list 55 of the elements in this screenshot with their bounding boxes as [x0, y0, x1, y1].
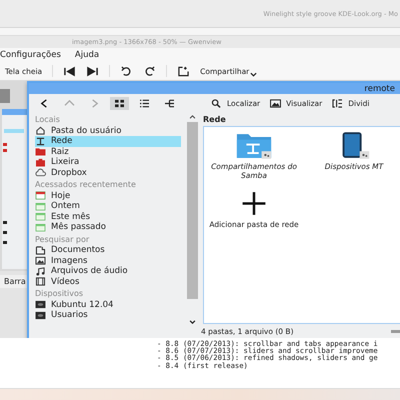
calendar-today-icon: [35, 191, 46, 200]
scroll-up-icon[interactable]: [188, 115, 196, 119]
disk-icon: [35, 300, 46, 310]
image-icon: [270, 99, 282, 108]
caret-icon: [250, 72, 258, 76]
scroll-down-icon[interactable]: [188, 320, 196, 324]
tree-icon: [164, 99, 175, 108]
icons-view-button[interactable]: [110, 97, 129, 110]
sidebar-item[interactable]: Documentos: [35, 245, 185, 256]
trash-icon: [35, 158, 46, 167]
calendar-icon: [35, 222, 46, 232]
home-icon: [35, 126, 46, 136]
menu-item[interactable]: Configurações: [0, 50, 61, 60]
menu-item[interactable]: Ajuda: [74, 50, 100, 60]
scrollbar[interactable]: [185, 113, 199, 324]
disk-icon: [35, 310, 46, 320]
sidebar-item[interactable]: Kubuntu 12.04: [35, 300, 185, 310]
share-icon[interactable]: [177, 66, 190, 76]
section-heading: Dispositivos: [35, 288, 84, 300]
panel-tab[interactable]: Barra: [0, 275, 27, 288]
sidebar-item[interactable]: Raiz: [35, 146, 185, 157]
split-view-icon: [332, 99, 344, 108]
music-icon: [35, 266, 46, 276]
sidebar-item[interactable]: Lixeira: [35, 157, 185, 168]
sidebar-item[interactable]: Pasta do usuário: [35, 126, 185, 136]
document-icon: [35, 246, 46, 255]
window-title: remote: [364, 84, 395, 94]
section-heading: Acessados recentemente: [35, 179, 137, 190]
film-icon: [35, 277, 46, 286]
sidebar-item[interactable]: Dropbox: [35, 168, 185, 178]
section-heading: Pesquisar por: [35, 234, 90, 245]
next-icon[interactable]: [86, 66, 100, 76]
sidebar-item[interactable]: Ontem: [35, 201, 185, 212]
rotate-left-icon[interactable]: [120, 66, 134, 76]
sidebar-item[interactable]: Usuarios: [35, 310, 185, 320]
list-icon: [139, 99, 150, 108]
sidebar-item[interactable]: Imagens: [35, 256, 185, 266]
grid-icon: [114, 99, 125, 108]
image-icon: [35, 256, 46, 266]
sidebar-item[interactable]: Arquivos de áudio: [35, 266, 185, 276]
rotate-right-icon[interactable]: [143, 66, 156, 76]
sidebar-item[interactable]: Vídeos: [35, 276, 185, 287]
section-heading: Locais: [35, 114, 61, 126]
network-folder-icon[interactable]: [235, 131, 273, 160]
calendar-icon: [35, 212, 46, 222]
search-icon: [211, 99, 222, 108]
previous-icon[interactable]: [63, 66, 76, 76]
sidebar-item[interactable]: Mês passado: [35, 222, 185, 232]
network-icon: [35, 136, 46, 146]
cloud-icon: [35, 168, 46, 178]
sidebar-item[interactable]: Rede: [35, 136, 181, 146]
sidebar-item[interactable]: Hoje: [35, 190, 185, 201]
sidebar-item[interactable]: Este mês: [35, 212, 185, 222]
calendar-icon: [35, 202, 46, 211]
location-heading: Rede: [203, 114, 227, 126]
